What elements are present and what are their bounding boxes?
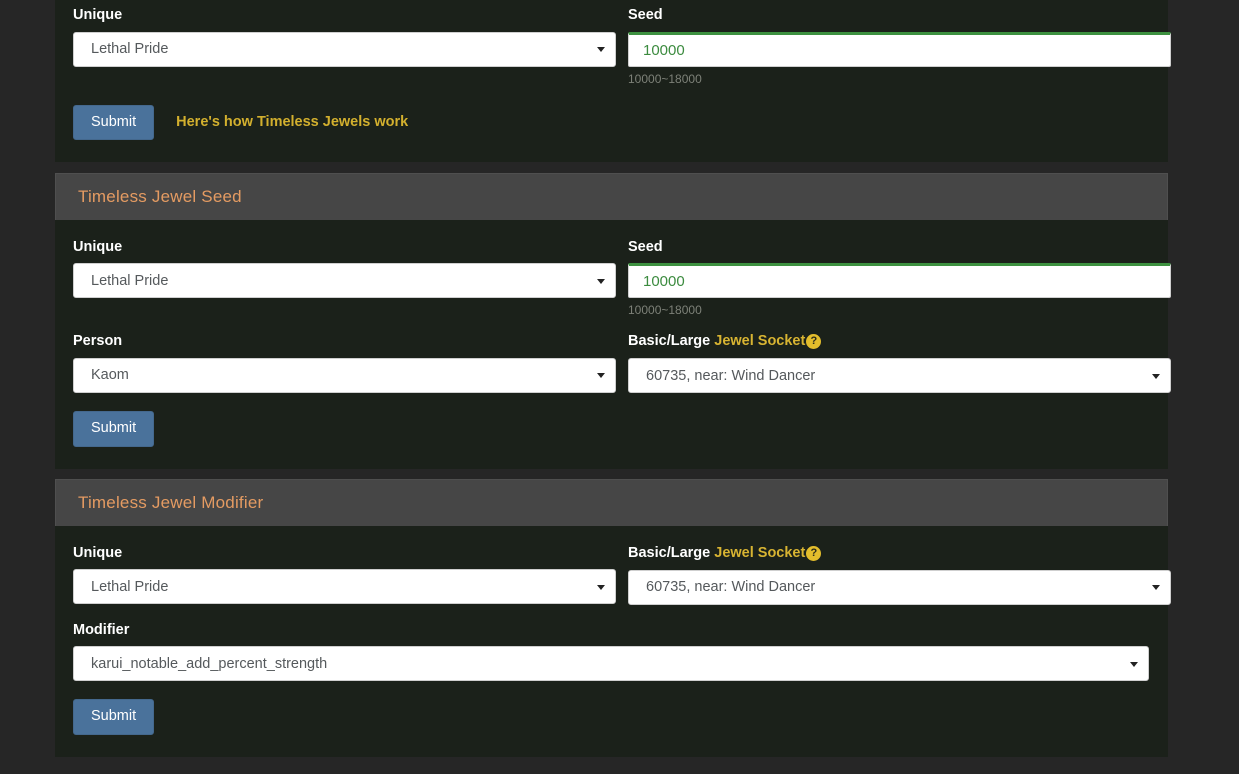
panel-title-modifier: Timeless Jewel Modifier — [78, 492, 264, 512]
submit-row-top: Submit Here's how Timeless Jewels work — [73, 104, 1150, 140]
jewel-socket-label-accent: Jewel Socket — [714, 333, 806, 350]
unique-label: Unique — [73, 238, 123, 255]
jewel-socket-label: Basic/Large Jewel Socket? — [628, 333, 1171, 350]
panel-timeless-jewel-modifier: Timeless Jewel Modifier Unique Lethal Pr… — [55, 478, 1171, 757]
field-person: Person Kaom — [73, 334, 616, 393]
person-select[interactable]: Kaom — [73, 357, 616, 393]
page-bottom-edge — [55, 756, 1168, 763]
panel-top-body: Unique Lethal Pride Seed 10000~18000 Sub… — [55, 0, 1171, 162]
field-jewel-socket: Basic/Large Jewel Socket? 60735, near: W… — [628, 333, 1171, 394]
row-person-socket: Person Kaom Basic/Large Jewel Socket? 60… — [73, 334, 1171, 394]
modifier-select[interactable]: karui_notable_add_percent_strength — [73, 646, 1149, 682]
field-unique-seedpanel: Unique Lethal Pride — [73, 240, 616, 317]
field-seed-top: Seed 10000~18000 — [628, 8, 1171, 85]
page-root: Unique Lethal Pride Seed 10000~18000 Sub… — [0, 0, 1239, 774]
seed-input[interactable] — [628, 31, 1171, 67]
row-unique-seed-top: Unique Lethal Pride Seed 10000~18000 — [73, 8, 1171, 85]
unique-select[interactable]: Lethal Pride — [73, 569, 616, 605]
person-label: Person — [73, 333, 123, 350]
field-modifier: Modifier karui_notable_add_percent_stren… — [73, 623, 1149, 682]
panel-modifier-body: Unique Lethal Pride Basic/Large Jewel So… — [55, 526, 1171, 757]
submit-row-seed: Submit — [73, 411, 1150, 447]
unique-label: Unique — [73, 7, 123, 23]
help-icon[interactable]: ? — [806, 545, 822, 561]
seed-helper-text: 10000~18000 — [628, 303, 702, 318]
submit-row-modifier: Submit — [73, 699, 1150, 735]
row-unique-socket: Unique Lethal Pride Basic/Large Jewel So… — [73, 546, 1171, 605]
panel-timeless-jewel-seed: Timeless Jewel Seed Unique Lethal Pride … — [55, 172, 1171, 469]
seed-input[interactable] — [628, 263, 1171, 299]
chevron-down-icon — [597, 47, 605, 52]
submit-button[interactable]: Submit — [73, 104, 155, 140]
field-seed-seedpanel: Seed 10000~18000 — [628, 238, 1171, 318]
chevron-down-icon — [597, 584, 605, 590]
timeless-jewels-help-link[interactable]: Here's how Timeless Jewels work — [176, 114, 408, 130]
help-icon[interactable]: ? — [806, 334, 822, 350]
unique-select[interactable]: Lethal Pride — [73, 31, 616, 67]
panel-title-seed: Timeless Jewel Seed — [78, 186, 242, 206]
panel-divider-2 — [55, 468, 1168, 479]
panel-header-modifier: Timeless Jewel Modifier — [55, 478, 1168, 526]
jewel-socket-label-prefix: Basic/Large — [628, 544, 711, 561]
chevron-down-icon — [1152, 373, 1160, 379]
jewel-socket-select-value: 60735, near: Wind Dancer — [646, 367, 816, 384]
unique-select-value: Lethal Pride — [91, 41, 169, 57]
unique-select-value: Lethal Pride — [91, 578, 169, 595]
jewel-socket-label-accent: Jewel Socket — [714, 544, 806, 561]
jewel-socket-select[interactable]: 60735, near: Wind Dancer — [628, 569, 1171, 605]
unique-label: Unique — [73, 544, 123, 561]
field-jewel-socket-modpanel: Basic/Large Jewel Socket? 60735, near: W… — [628, 546, 1171, 605]
panel-seed-body: Unique Lethal Pride Seed 10000~18000 — [55, 220, 1171, 469]
field-unique-modpanel: Unique Lethal Pride — [73, 546, 616, 605]
unique-select-value: Lethal Pride — [91, 272, 169, 289]
content-container: Unique Lethal Pride Seed 10000~18000 Sub… — [55, 0, 1171, 763]
modifier-select-value: karui_notable_add_percent_strength — [91, 655, 328, 672]
panel-divider-1 — [55, 161, 1168, 173]
submit-button[interactable]: Submit — [73, 699, 155, 735]
unique-select[interactable]: Lethal Pride — [73, 263, 616, 299]
jewel-socket-select-value: 60735, near: Wind Dancer — [646, 579, 816, 596]
chevron-down-icon — [597, 373, 605, 379]
submit-button[interactable]: Submit — [73, 411, 155, 447]
jewel-socket-label: Basic/Large Jewel Socket? — [628, 546, 1171, 561]
panel-timeless-jewel-top: Unique Lethal Pride Seed 10000~18000 Sub… — [55, 0, 1171, 162]
row-unique-seed: Unique Lethal Pride Seed 10000~18000 — [73, 240, 1171, 317]
chevron-down-icon — [597, 278, 605, 284]
panel-header-seed: Timeless Jewel Seed — [55, 172, 1168, 220]
jewel-socket-select[interactable]: 60735, near: Wind Dancer — [628, 358, 1171, 394]
chevron-down-icon — [1130, 661, 1138, 667]
seed-helper-text: 10000~18000 — [628, 71, 702, 86]
row-modifier: Modifier karui_notable_add_percent_stren… — [73, 623, 1150, 682]
person-select-value: Kaom — [91, 367, 129, 384]
seed-label: Seed — [628, 7, 663, 23]
field-unique-top: Unique Lethal Pride — [73, 8, 616, 85]
seed-label: Seed — [628, 238, 663, 255]
modifier-label: Modifier — [73, 621, 130, 638]
chevron-down-icon — [1152, 585, 1160, 591]
jewel-socket-label-prefix: Basic/Large — [628, 333, 711, 350]
